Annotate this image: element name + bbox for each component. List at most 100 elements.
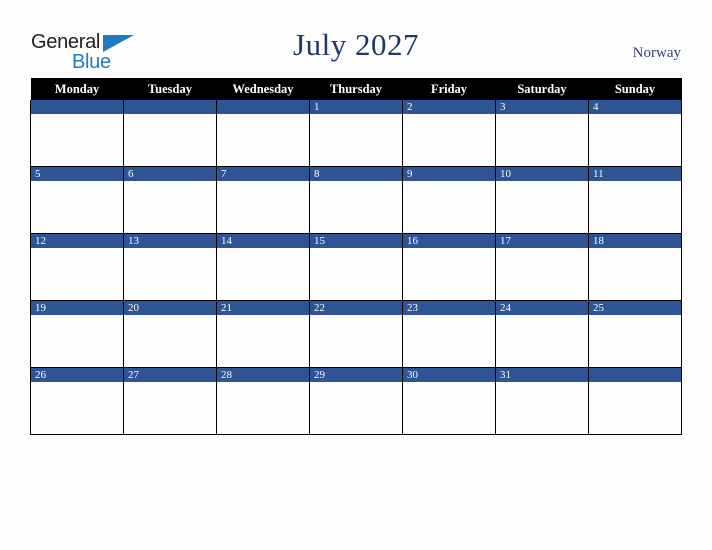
day-cell[interactable]: 25 (588, 300, 682, 368)
day-cell[interactable]: 8 (309, 166, 403, 234)
day-notes-area[interactable] (403, 382, 495, 434)
day-number: 22 (310, 301, 402, 315)
day-notes-area[interactable] (589, 248, 681, 300)
day-cell[interactable]: 30 (402, 367, 496, 435)
day-notes-area[interactable] (217, 114, 309, 166)
day-cell[interactable]: 12 (30, 233, 124, 301)
day-cell[interactable]: 6 (123, 166, 217, 234)
day-cell[interactable]: 7 (216, 166, 310, 234)
day-cell[interactable]: 3 (495, 100, 589, 167)
day-cell[interactable]: 4 (588, 100, 682, 167)
day-cell[interactable]: 5 (30, 166, 124, 234)
day-number (589, 368, 681, 382)
country-label: Norway (632, 45, 681, 61)
day-notes-area[interactable] (496, 382, 588, 434)
day-cell[interactable]: 26 (30, 367, 124, 435)
day-notes-area[interactable] (217, 315, 309, 367)
day-notes-area[interactable] (310, 181, 402, 233)
day-notes-area[interactable] (124, 382, 216, 434)
day-notes-area[interactable] (31, 248, 123, 300)
day-notes-area[interactable] (403, 248, 495, 300)
day-cell[interactable] (216, 100, 310, 167)
day-number: 19 (31, 301, 123, 315)
day-notes-area[interactable] (310, 248, 402, 300)
day-number: 17 (496, 234, 588, 248)
day-notes-area[interactable] (589, 181, 681, 233)
day-notes-area[interactable] (403, 114, 495, 166)
day-cell[interactable]: 19 (30, 300, 124, 368)
day-notes-area[interactable] (31, 114, 123, 166)
day-cell[interactable]: 1 (309, 100, 403, 167)
weekday-header-sunday: Sunday (588, 78, 682, 100)
day-number (124, 100, 216, 114)
day-notes-area[interactable] (124, 315, 216, 367)
day-number: 30 (403, 368, 495, 382)
day-number: 26 (31, 368, 123, 382)
weekday-header-saturday: Saturday (495, 78, 589, 100)
day-cell[interactable] (30, 100, 124, 167)
day-notes-area[interactable] (589, 315, 681, 367)
day-cell[interactable]: 31 (495, 367, 589, 435)
day-number: 3 (496, 100, 588, 114)
day-notes-area[interactable] (217, 248, 309, 300)
day-cell[interactable]: 2 (402, 100, 496, 167)
weekday-header-row: Monday Tuesday Wednesday Thursday Friday… (30, 78, 682, 100)
day-cell[interactable]: 21 (216, 300, 310, 368)
day-number: 1 (310, 100, 402, 114)
day-number: 28 (217, 368, 309, 382)
day-notes-area[interactable] (496, 315, 588, 367)
day-number: 13 (124, 234, 216, 248)
day-cell[interactable]: 22 (309, 300, 403, 368)
day-notes-area[interactable] (403, 315, 495, 367)
day-notes-area[interactable] (310, 114, 402, 166)
day-cell[interactable]: 11 (588, 166, 682, 234)
day-notes-area[interactable] (496, 181, 588, 233)
day-number: 15 (310, 234, 402, 248)
day-notes-area[interactable] (31, 181, 123, 233)
day-number: 10 (496, 167, 588, 181)
day-notes-area[interactable] (403, 181, 495, 233)
day-cell[interactable] (123, 100, 217, 167)
day-cell[interactable]: 27 (123, 367, 217, 435)
day-notes-area[interactable] (217, 382, 309, 434)
day-cell[interactable]: 16 (402, 233, 496, 301)
day-notes-area[interactable] (124, 248, 216, 300)
day-cell[interactable]: 28 (216, 367, 310, 435)
day-number: 24 (496, 301, 588, 315)
day-notes-area[interactable] (217, 181, 309, 233)
weekday-header-friday: Friday (402, 78, 496, 100)
day-number: 29 (310, 368, 402, 382)
day-notes-area[interactable] (496, 114, 588, 166)
day-notes-area[interactable] (496, 248, 588, 300)
day-cell[interactable]: 14 (216, 233, 310, 301)
calendar-grid: Monday Tuesday Wednesday Thursday Friday… (30, 78, 682, 435)
day-number: 21 (217, 301, 309, 315)
day-notes-area[interactable] (31, 315, 123, 367)
week-row: 26 27 28 29 30 31 (30, 367, 682, 435)
day-cell[interactable]: 15 (309, 233, 403, 301)
day-cell[interactable]: 29 (309, 367, 403, 435)
day-notes-area[interactable] (124, 114, 216, 166)
day-cell[interactable]: 20 (123, 300, 217, 368)
day-cell[interactable]: 10 (495, 166, 589, 234)
day-cell[interactable]: 17 (495, 233, 589, 301)
day-cell[interactable]: 9 (402, 166, 496, 234)
day-cell[interactable] (588, 367, 682, 435)
day-notes-area[interactable] (589, 382, 681, 434)
day-notes-area[interactable] (310, 315, 402, 367)
day-cell[interactable]: 24 (495, 300, 589, 368)
weekday-header-wednesday: Wednesday (216, 78, 310, 100)
weekday-header-monday: Monday (30, 78, 124, 100)
day-notes-area[interactable] (310, 382, 402, 434)
day-cell[interactable]: 18 (588, 233, 682, 301)
page-title: July 2027 (293, 27, 419, 62)
day-notes-area[interactable] (31, 382, 123, 434)
day-number: 8 (310, 167, 402, 181)
day-number: 12 (31, 234, 123, 248)
day-notes-area[interactable] (589, 114, 681, 166)
day-number: 16 (403, 234, 495, 248)
day-cell[interactable]: 13 (123, 233, 217, 301)
day-notes-area[interactable] (124, 181, 216, 233)
day-number: 6 (124, 167, 216, 181)
day-cell[interactable]: 23 (402, 300, 496, 368)
